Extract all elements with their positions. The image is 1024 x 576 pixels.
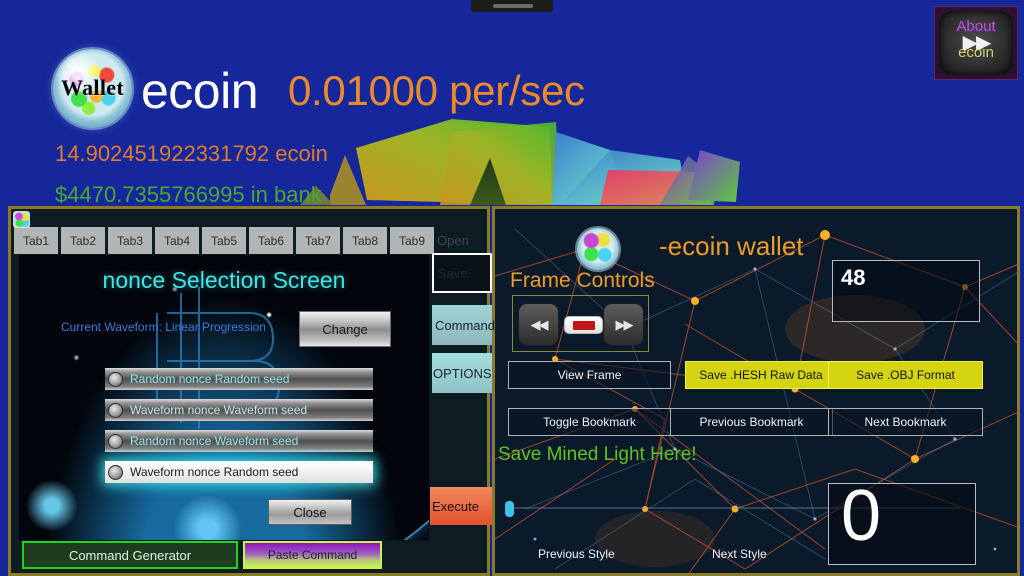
- rewind-icon: ◀◀: [530, 316, 549, 332]
- execute-button[interactable]: Execute: [430, 487, 492, 525]
- open-button[interactable]: Open: [437, 233, 469, 248]
- rate-per-second: 0.01000 per/sec: [288, 67, 585, 114]
- nonce-option-label: Waveform nonce Waveform seed: [130, 403, 308, 417]
- tab-strip: Tab1 Tab2 Tab3 Tab4 Tab5 Tab6 Tab7 Tab8 Tab9: [14, 227, 434, 254]
- save-field[interactable]: Save: [432, 253, 492, 293]
- rewind-button[interactable]: ◀◀: [518, 303, 559, 346]
- tab-8[interactable]: Tab8: [343, 227, 387, 254]
- previous-bookmark-button[interactable]: Previous Bookmark: [670, 408, 833, 436]
- frame-controls-label: Frame Controls: [510, 269, 655, 292]
- nonce-option-label: Random nonce Waveform seed: [130, 434, 299, 448]
- about-ecoin-button[interactable]: About ▶▶ ecoin: [934, 6, 1018, 80]
- next-style-button[interactable]: Next Style: [712, 547, 767, 561]
- about-button-face: About ▶▶ ecoin: [939, 11, 1013, 75]
- tab-7[interactable]: Tab7: [296, 227, 340, 254]
- tab-4[interactable]: Tab4: [155, 227, 199, 254]
- page-title: ecoin: [141, 63, 259, 119]
- command-button[interactable]: Command: [432, 305, 495, 345]
- change-waveform-button[interactable]: Change: [299, 311, 391, 347]
- balance-coin: 14.902451922331792 ecoin: [55, 141, 328, 166]
- frame-number-value: 48: [841, 265, 866, 290]
- tab-3[interactable]: Tab3: [108, 227, 152, 254]
- forward-icon: ▶▶: [615, 316, 634, 332]
- tab-2[interactable]: Tab2: [61, 227, 105, 254]
- about-button-line2: ecoin: [958, 44, 994, 61]
- radio-button-icon[interactable]: [108, 402, 123, 418]
- nonce-selection-dialog: nonce Selection Screen Current Waveform:…: [18, 254, 430, 541]
- wallet-logo-label: Wallet: [61, 75, 124, 100]
- frame-controls-group: ◀◀ ▶▶: [512, 295, 649, 352]
- stop-button[interactable]: [564, 316, 603, 334]
- wallet-corner-icon: [13, 211, 30, 228]
- slider-thumb[interactable]: [505, 501, 514, 517]
- style-number-display: 0: [828, 476, 976, 565]
- tab-1[interactable]: Tab1: [14, 227, 58, 254]
- ecoin-wallet-logo-icon: [577, 228, 619, 270]
- view-frame-button[interactable]: View Frame: [508, 361, 671, 389]
- frame-number-display: 48: [832, 260, 980, 322]
- tab-6[interactable]: Tab6: [249, 227, 293, 254]
- save-mined-light-label: Save Mined Light Here!: [498, 444, 697, 465]
- style-number-value: 0: [841, 476, 882, 556]
- nonce-option-label: Random nonce Random seed: [130, 372, 290, 386]
- header: Wallet ecoin 0.01000 per/sec 14.90245192…: [0, 0, 1024, 207]
- nonce-option-4[interactable]: Waveform nonce Random seed: [105, 461, 373, 483]
- save-label: Save: [438, 266, 468, 281]
- radio-button-icon[interactable]: [108, 433, 123, 449]
- toggle-bookmark-button[interactable]: Toggle Bookmark: [508, 408, 671, 436]
- nonce-option-1[interactable]: Random nonce Random seed: [105, 368, 373, 390]
- close-dialog-button[interactable]: Close: [268, 499, 352, 525]
- nonce-option-label: Waveform nonce Random seed: [130, 465, 299, 479]
- next-bookmark-button[interactable]: Next Bookmark: [828, 408, 983, 436]
- save-hesh-raw-data-button[interactable]: Save .HESH Raw Data: [685, 361, 837, 389]
- tab-9[interactable]: Tab9: [390, 227, 434, 254]
- radio-button-icon[interactable]: [108, 464, 123, 480]
- current-waveform-label: Current Waveform: Linear Progression: [61, 320, 266, 334]
- balance-bank: $4470.7355766995 in bank: [55, 182, 322, 207]
- stop-icon: [572, 320, 595, 330]
- options-button[interactable]: OPTIONS: [432, 353, 492, 393]
- paste-command-button[interactable]: Paste Command: [243, 541, 382, 569]
- dialog-title: nonce Selection Screen: [102, 267, 346, 293]
- command-generator-button[interactable]: Command Generator: [22, 541, 238, 569]
- previous-style-button[interactable]: Previous Style: [538, 547, 615, 561]
- radio-button-icon[interactable]: [108, 371, 123, 387]
- save-obj-format-button[interactable]: Save .OBJ Format: [828, 361, 983, 389]
- fast-forward-button[interactable]: ▶▶: [603, 303, 644, 346]
- wallet-title: -ecoin wallet: [659, 231, 804, 261]
- tab-5[interactable]: Tab5: [202, 227, 246, 254]
- wallet-logo-icon: Wallet: [53, 49, 132, 128]
- nonce-option-2[interactable]: Waveform nonce Waveform seed: [105, 399, 373, 421]
- nonce-option-3[interactable]: Random nonce Waveform seed: [105, 430, 373, 452]
